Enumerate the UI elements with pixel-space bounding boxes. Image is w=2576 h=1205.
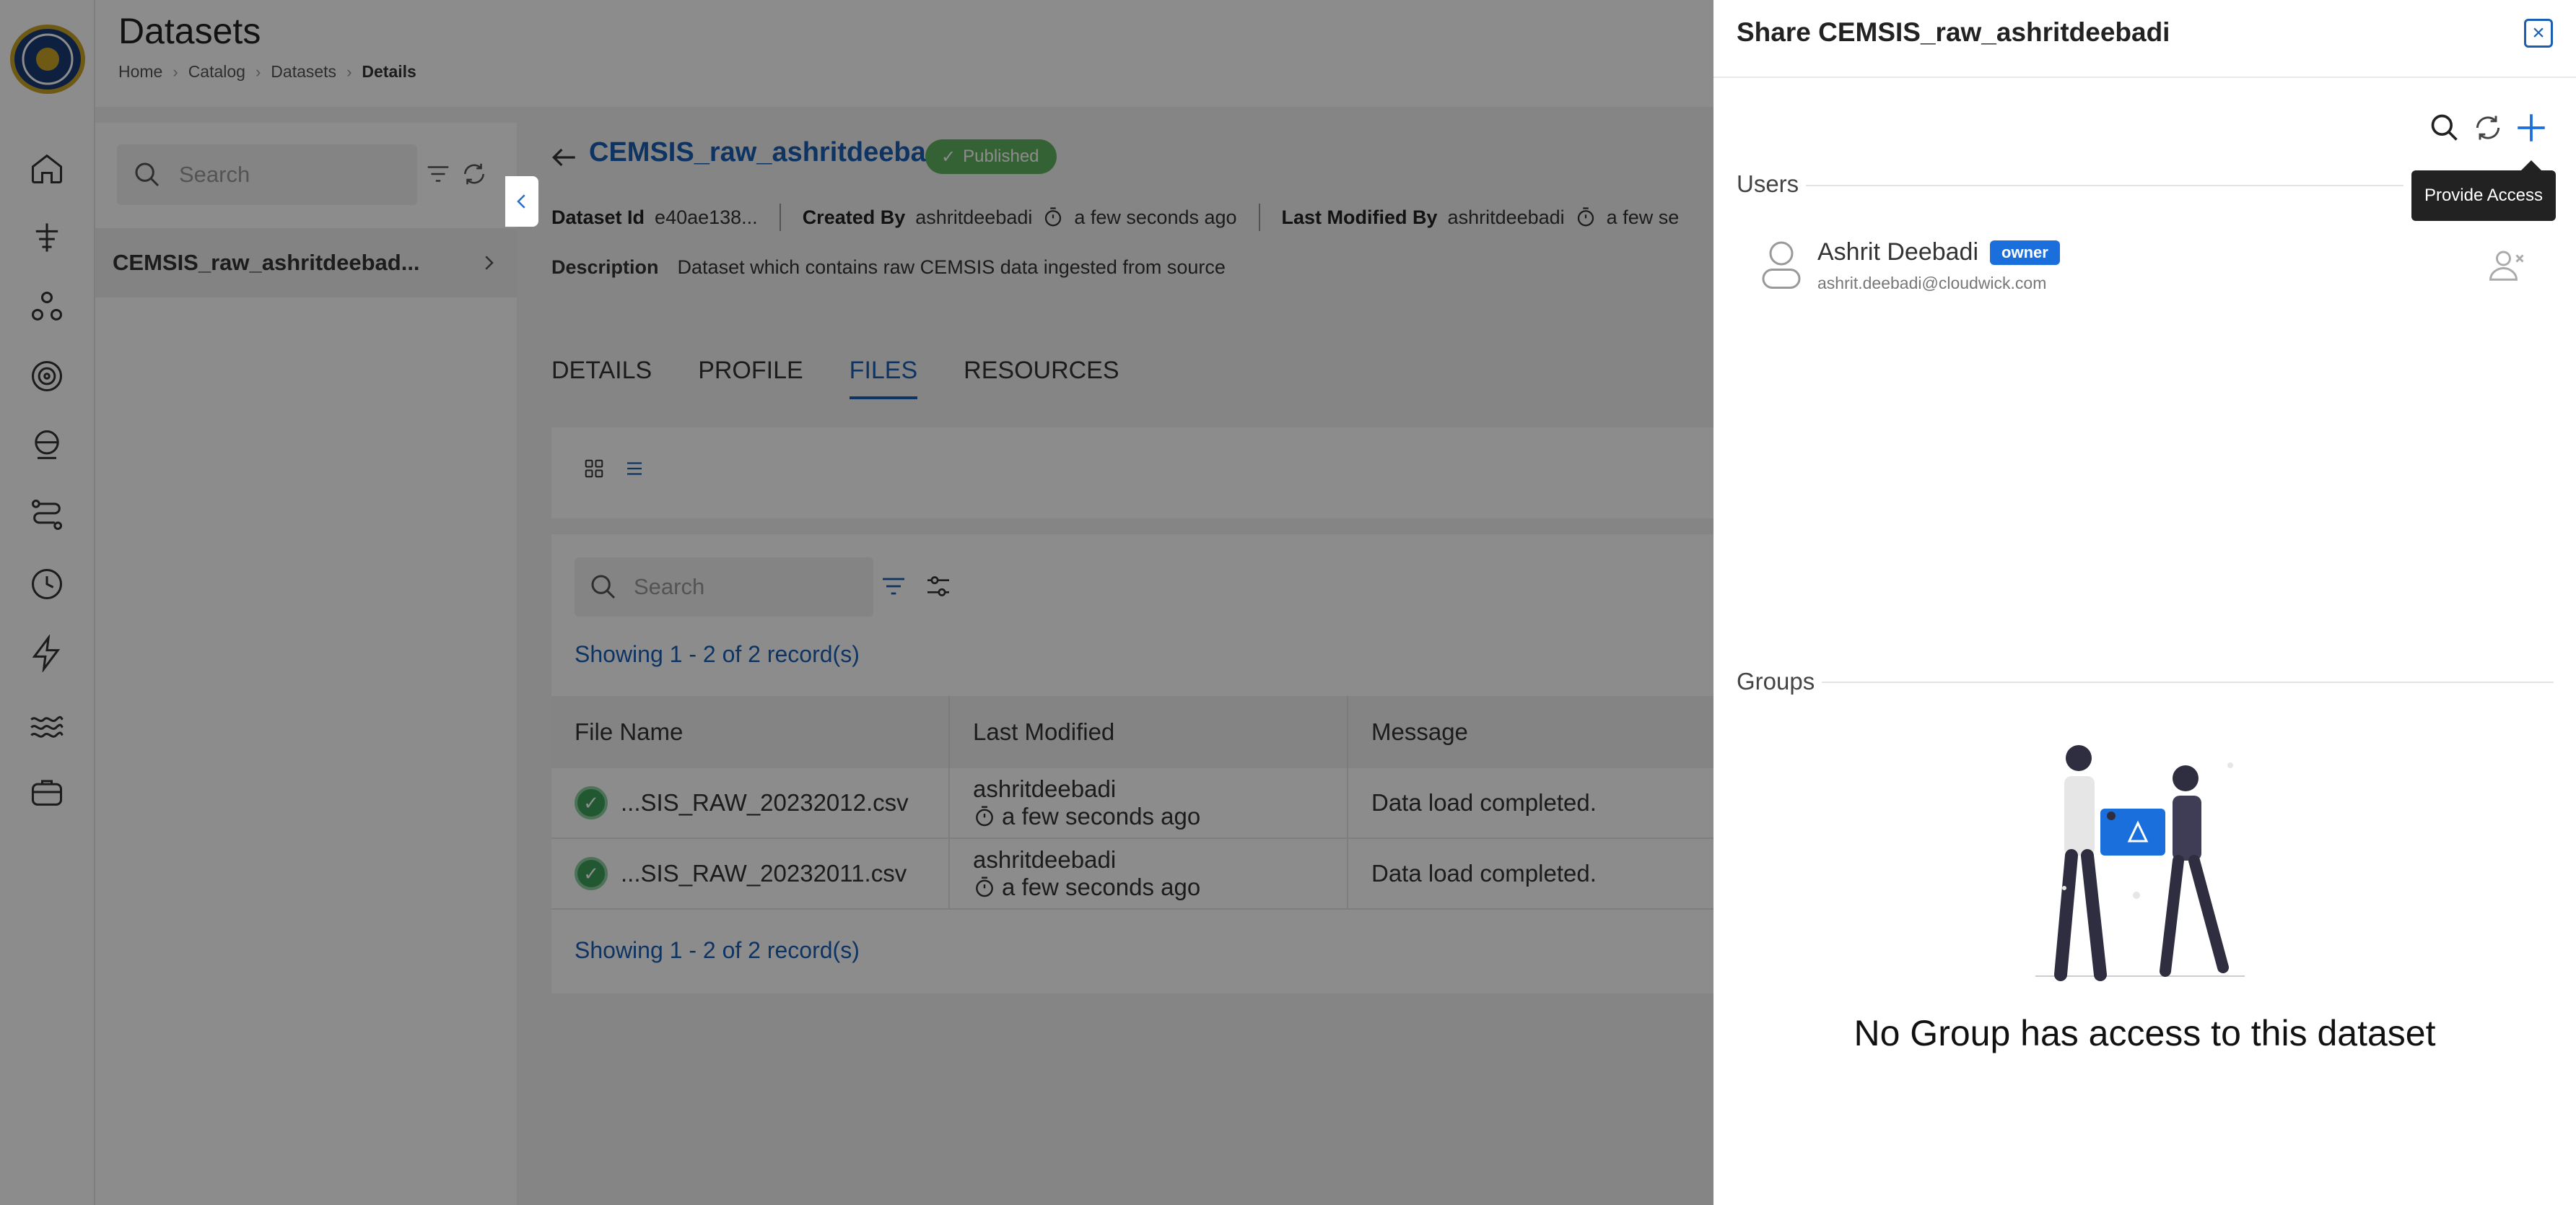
- user-row: Ashrit Deebadi owner: [1817, 238, 2060, 266]
- role-badge: owner: [1990, 240, 2060, 265]
- users-section-label: Users: [1737, 170, 1799, 197]
- refresh-icon[interactable]: [2468, 108, 2507, 147]
- divider: [1713, 77, 2576, 78]
- add-access-button[interactable]: [2512, 108, 2551, 147]
- modal-backdrop[interactable]: [0, 0, 1713, 1205]
- collapse-panel-button[interactable]: [505, 176, 538, 227]
- divider: [1806, 185, 2403, 186]
- avatar: [1760, 238, 1803, 294]
- remove-user-icon[interactable]: [2487, 245, 2526, 288]
- close-icon[interactable]: ×: [2524, 19, 2553, 48]
- user-email: ashrit.deebadi@cloudwick.com: [1817, 274, 2047, 292]
- search-icon[interactable]: [2425, 108, 2464, 147]
- empty-state-illustration: [2021, 736, 2259, 986]
- empty-state-message: No Group has access to this dataset: [1854, 1013, 2436, 1053]
- tooltip: Provide Access: [2411, 160, 2556, 221]
- user-name: Ashrit Deebadi: [1817, 238, 1979, 266]
- drawer-title: Share CEMSIS_raw_ashritdeebadi: [1737, 17, 2170, 47]
- groups-section-label: Groups: [1737, 668, 1815, 695]
- divider: [1822, 682, 2554, 683]
